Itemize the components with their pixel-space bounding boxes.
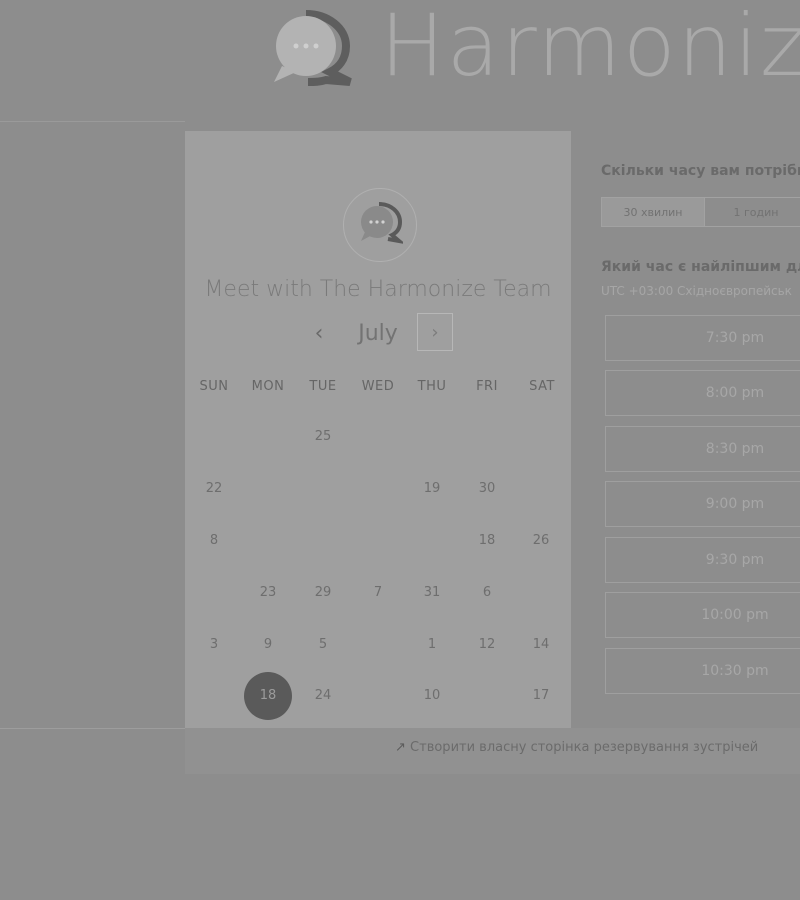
calendar-day[interactable]: 25 bbox=[299, 429, 347, 449]
calendar-day[interactable]: 1 bbox=[408, 637, 456, 657]
time-slot[interactable]: 8:00 pm bbox=[605, 370, 800, 416]
logo-icon bbox=[274, 10, 352, 86]
calendar-day[interactable]: 31 bbox=[408, 585, 456, 605]
header-divider bbox=[0, 121, 185, 122]
calendar-day[interactable]: 6 bbox=[463, 585, 511, 605]
time-slot[interactable]: 8:30 pm bbox=[605, 426, 800, 472]
calendar-day[interactable]: 3 bbox=[190, 637, 238, 657]
calendar-day[interactable]: 9 bbox=[244, 637, 292, 657]
calendar-day[interactable]: 29 bbox=[299, 585, 347, 605]
footer-divider bbox=[0, 728, 185, 729]
calendar-day[interactable]: 10 bbox=[408, 688, 456, 708]
link-arrow-icon: ↗ bbox=[395, 740, 406, 755]
duration-question: Скільки часу вам потрібно bbox=[601, 163, 800, 179]
timezone-label[interactable]: UTC +03:00 Східноєвропейськ bbox=[601, 284, 792, 298]
calendar-day[interactable]: 23 bbox=[244, 585, 292, 605]
time-slot[interactable]: 7:30 pm bbox=[605, 315, 800, 361]
calendar-day[interactable]: 26 bbox=[517, 533, 565, 553]
booking-card: Meet with The Harmonize Team ‹ July › SU… bbox=[185, 131, 571, 728]
calendar-day[interactable]: 30 bbox=[463, 481, 511, 501]
footer: ↗ Створити власну сторінка резервування … bbox=[185, 728, 800, 774]
calendar-day-selected[interactable]: 18 bbox=[244, 672, 292, 720]
duration-30-button[interactable]: 30 хвилин bbox=[601, 197, 705, 227]
time-slot[interactable]: 10:00 pm bbox=[605, 592, 800, 638]
duration-options: 30 хвилин 1 годин bbox=[601, 197, 800, 227]
time-slot[interactable]: 9:30 pm bbox=[605, 537, 800, 583]
time-slot[interactable]: 10:30 pm bbox=[605, 648, 800, 694]
time-question: Який час є найліпшим для bbox=[601, 259, 800, 275]
calendar-day[interactable]: 18 bbox=[463, 533, 511, 553]
calendar-day[interactable]: 24 bbox=[299, 688, 347, 708]
footer-link-label: Створити власну сторінка резервування зу… bbox=[410, 740, 759, 755]
calendar-day[interactable]: 8 bbox=[190, 533, 238, 553]
calendar-day[interactable]: 19 bbox=[408, 481, 456, 501]
calendar-day[interactable]: 12 bbox=[463, 637, 511, 657]
calendar-day[interactable]: 17 bbox=[517, 688, 565, 708]
calendar-grid: 25 22 19 30 8 18 26 23 29 7 31 6 3 9 5 1… bbox=[185, 131, 571, 728]
brand-name: Harmoniz bbox=[380, 0, 800, 96]
time-selection-panel: Скільки часу вам потрібно 30 хвилин 1 го… bbox=[601, 131, 800, 728]
duration-60-button[interactable]: 1 годин bbox=[704, 197, 800, 227]
create-booking-page-link[interactable]: ↗ Створити власну сторінка резервування … bbox=[395, 740, 758, 755]
header: Harmoniz bbox=[0, 0, 800, 122]
calendar-day[interactable]: 14 bbox=[517, 637, 565, 657]
time-slot[interactable]: 9:00 pm bbox=[605, 481, 800, 527]
calendar-day[interactable]: 22 bbox=[190, 481, 238, 501]
calendar-day[interactable]: 5 bbox=[299, 637, 347, 657]
calendar-day[interactable]: 7 bbox=[354, 585, 402, 605]
